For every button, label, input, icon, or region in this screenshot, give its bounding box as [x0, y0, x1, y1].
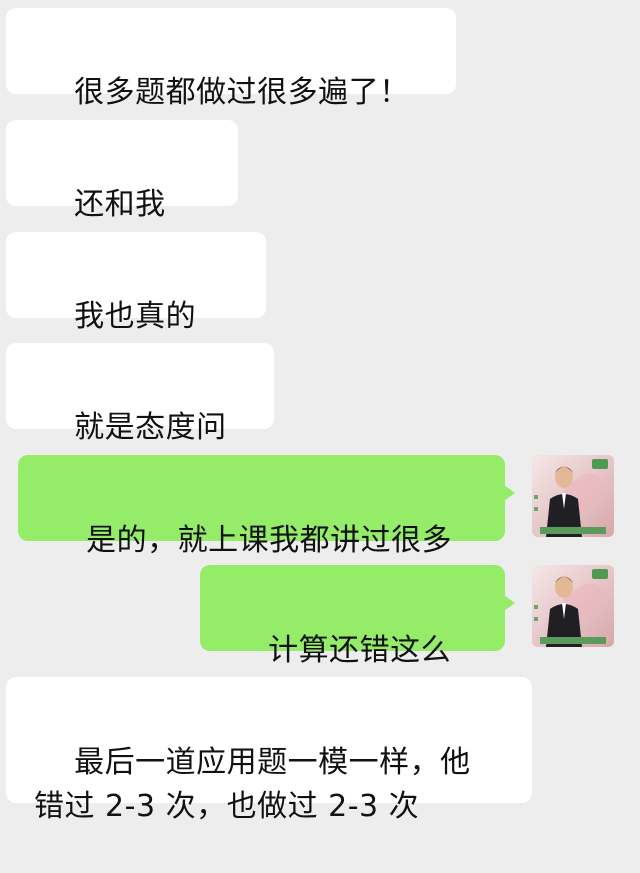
incoming-message-bubble[interactable]: 就是态度问题 — [6, 343, 274, 489]
teacher-avatar[interactable] — [532, 455, 614, 537]
message-text: 是的，就上课我都讲过很多 — [86, 523, 453, 558]
teacher-avatar[interactable] — [532, 565, 614, 647]
chat-message-list[interactable]: 很多题都做过很多遍了！ 还和我错！ 我也真的是... 就是态度问题 是的，就上课… — [0, 0, 640, 824]
incoming-message-bubble[interactable]: 很多题都做过很多遍了！ — [6, 8, 456, 110]
teacher-portrait-icon — [532, 565, 614, 647]
outgoing-message-bubble[interactable]: 计算还错这么多 — [200, 565, 515, 712]
incoming-message-bubble[interactable]: 还和我错！ — [6, 120, 238, 266]
message-text: 很多题都做过很多遍了！ — [74, 75, 410, 110]
message-text: 最后一道应用题一模一样，他 错过 2-3 次，也做过 2-3 次 — [34, 745, 471, 824]
outgoing-message-bubble[interactable]: 是的，就上课我都讲过很多 — [18, 455, 515, 558]
incoming-message-bubble[interactable]: 最后一道应用题一模一样，他 错过 2-3 次，也做过 2-3 次 — [6, 677, 532, 824]
incoming-message-bubble[interactable]: 我也真的是... — [6, 232, 266, 378]
teacher-portrait-icon — [532, 455, 614, 537]
